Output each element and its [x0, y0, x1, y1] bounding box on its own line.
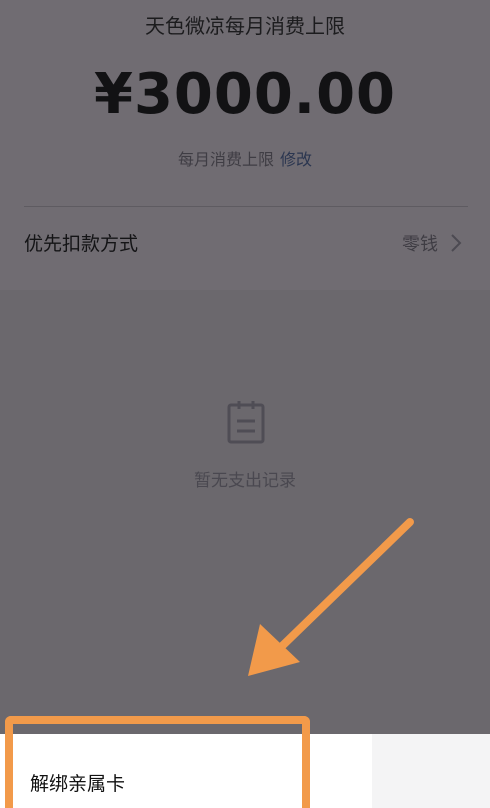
notepad-icon	[227, 401, 265, 444]
page-title: 天色微凉每月消费上限	[145, 14, 345, 38]
limit-row: 每月消费上限 修改	[0, 146, 490, 170]
highlight-box	[5, 716, 310, 808]
limit-label: 每月消费上限	[177, 150, 274, 169]
card-info-panel: 天色微凉每月消费上限 ¥3000.00 每月消费上限 修改 优先扣款方式 零钱	[0, 0, 490, 290]
sheet-blur-area	[372, 734, 490, 808]
payment-method-row[interactable]: 优先扣款方式 零钱	[0, 207, 490, 279]
payment-method-label: 优先扣款方式	[24, 233, 139, 255]
monthly-limit-amount: ¥3000.00	[93, 62, 397, 127]
edit-limit-link[interactable]: 修改	[280, 150, 312, 169]
empty-state-text: 暂无支出记录	[194, 471, 296, 491]
payment-method-value: 零钱	[402, 234, 438, 255]
arrow-annotation-icon	[248, 518, 414, 676]
chevron-right-icon	[451, 234, 462, 252]
